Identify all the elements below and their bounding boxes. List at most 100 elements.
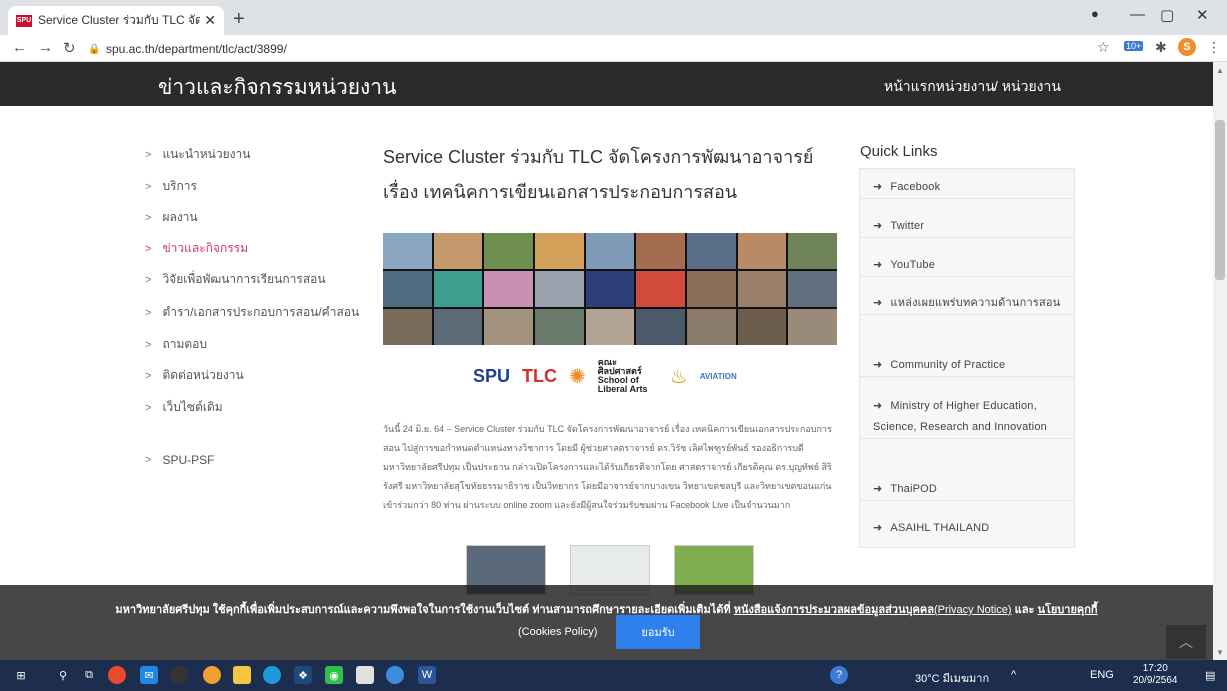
mail-icon[interactable]: ✉: [140, 666, 158, 684]
line-icon[interactable]: ◉: [325, 666, 343, 684]
cookie-banner: มหาวิทยาลัยศรีปทุม ใช้คุกกี้เพื่อเพิ่มปร…: [0, 585, 1213, 660]
address-bar[interactable]: 🔒 spu.ac.th/department/tlc/act/3899/: [88, 38, 1088, 59]
notifications-icon[interactable]: ▤: [1205, 669, 1215, 682]
accept-cookies-button[interactable]: ยอมรับ: [616, 615, 700, 649]
new-tab-icon[interactable]: +: [233, 8, 245, 31]
help-icon[interactable]: ?: [830, 666, 848, 684]
chrome-icon[interactable]: [203, 666, 221, 684]
search-icon[interactable]: ⚲: [54, 666, 72, 684]
cookie-policy-link[interactable]: นโยบายคุกกี้: [1037, 604, 1097, 616]
privacy-notice-link[interactable]: หนังสือแจ้งการประมวลผลข้อมูลส่วนบุคคล: [734, 604, 934, 616]
app-icon-3[interactable]: [356, 666, 374, 684]
chevron-right-icon: >: [145, 148, 152, 161]
arrow-right-icon: ➜: [873, 181, 883, 193]
quick-link-twitter[interactable]: ➜ Twitter: [860, 216, 1074, 238]
file-explorer-icon[interactable]: [233, 666, 251, 684]
quick-link-label: ASAIHL THAILAND: [890, 522, 990, 534]
article-title: Service Cluster ร่วมกับ TLC จัดโครงการพั…: [383, 147, 814, 202]
arrow-right-icon: ➜: [873, 483, 883, 495]
dropbox-icon[interactable]: ❖: [294, 666, 312, 684]
language-indicator[interactable]: ENG: [1090, 669, 1114, 681]
browser-tab[interactable]: SPU Service Cluster ร่วมกับ TLC จัดโครง …: [8, 6, 224, 35]
quick-link-teaching-articles[interactable]: ➜ แหล่งเผยแพร่บทความด้านการสอน: [860, 293, 1074, 315]
app-icon-4[interactable]: [386, 666, 404, 684]
quick-link-facebook[interactable]: ➜ Facebook: [860, 177, 1074, 199]
close-window-icon[interactable]: ✕: [1196, 6, 1209, 24]
sidebar-item-works[interactable]: > ผลงาน: [145, 208, 198, 227]
edge-icon[interactable]: [263, 666, 281, 684]
menu-dots-icon[interactable]: ⋮: [1207, 39, 1221, 56]
chevron-right-icon: >: [145, 454, 152, 466]
chevron-right-icon: >: [145, 273, 152, 286]
arrow-right-icon: ➜: [873, 259, 883, 271]
quick-link-thaipod[interactable]: ➜ ThaiPOD: [860, 479, 1074, 501]
sidebar-item-spu-psf[interactable]: > SPU-PSF: [145, 453, 214, 467]
sidebar-item-news[interactable]: > ข่าวและกิจกรรม: [145, 239, 248, 258]
sidebar-item-label: ผลงาน: [162, 210, 198, 224]
app-icon-1[interactable]: [108, 666, 126, 684]
arrow-right-icon: ➜: [873, 400, 883, 412]
cookie-and-text: และ: [1014, 604, 1035, 616]
breadcrumb-home[interactable]: หน้าแรกหน่วยงาน: [884, 76, 995, 98]
maximize-icon[interactable]: ▢: [1160, 6, 1174, 24]
sidebar-item-label: บริการ: [162, 179, 197, 193]
sidebar-item-services[interactable]: > บริการ: [145, 177, 197, 196]
word-icon[interactable]: W: [418, 666, 436, 684]
minimize-icon[interactable]: —: [1130, 6, 1145, 23]
back-icon[interactable]: ←: [12, 39, 27, 56]
forward-icon[interactable]: →: [38, 39, 53, 56]
quick-link-ministry[interactable]: ➜ Ministry of Higher Education, Science, …: [860, 396, 1074, 439]
task-view-icon[interactable]: ⧉: [80, 666, 98, 684]
clock[interactable]: 17:20 20/9/2564: [1133, 663, 1178, 687]
aviation-logo: AVIATION: [699, 371, 737, 381]
quick-link-label: Facebook: [890, 181, 941, 193]
quick-link-cop[interactable]: ➜ Community of Practice: [860, 355, 1074, 377]
page-title: ข่าวและกิจกรรมหน่วยงาน: [158, 76, 397, 99]
sidebar-item-label: แนะนำหน่วยงาน: [162, 147, 251, 161]
cookie-text: มหาวิทยาลัยศรีปทุม ใช้คุกกี้เพื่อเพิ่มปร…: [0, 600, 1213, 618]
url-text: spu.ac.th/department/tlc/act/3899/: [106, 41, 287, 56]
app-icon-2[interactable]: [170, 666, 188, 684]
article-photo-zoom-grid: [383, 233, 837, 345]
quick-link-label: แหล่งเผยแพร่บทความด้านการสอน: [890, 297, 1061, 309]
sunburst-logo-icon: ✺: [569, 365, 586, 388]
tab-title: Service Cluster ร่วมกับ TLC จัดโครง: [38, 13, 201, 27]
sidebar-item-contact[interactable]: > ติดต่อหน่วยงาน: [145, 366, 244, 385]
sidebar-item-label: ข่าวและกิจกรรม: [162, 241, 249, 255]
reload-icon[interactable]: ↻: [63, 39, 76, 57]
profile-avatar[interactable]: S: [1178, 38, 1196, 56]
sidebar-item-textbooks[interactable]: > ตำรา/เอกสารประกอบการสอน/คำสอน: [145, 303, 359, 322]
browser-tabbar: SPU Service Cluster ร่วมกับ TLC จัดโครง …: [0, 0, 1227, 35]
tab-close-icon[interactable]: ✕: [204, 12, 216, 29]
profile-dot-icon[interactable]: ●: [1091, 6, 1099, 21]
quick-link-asaihl[interactable]: ➜ ASAIHL THAILAND: [860, 518, 1074, 539]
sidebar-item-intro[interactable]: > แนะนำหน่วยงาน: [145, 145, 250, 164]
scroll-thumb[interactable]: [1215, 120, 1225, 280]
quick-links-title: Quick Links: [860, 143, 938, 160]
tray-chevron-up-icon[interactable]: ^: [1011, 669, 1016, 681]
sidebar-item-old-site[interactable]: > เว็บไซต์เดิม: [145, 398, 223, 417]
windows-start-icon[interactable]: ⊞: [12, 666, 30, 684]
weather-widget[interactable]: 30°C มีเมฆมาก: [915, 669, 989, 687]
clock-date: 20/9/2564: [1133, 675, 1178, 686]
arrow-right-icon: ➜: [873, 522, 883, 534]
chevron-right-icon: >: [145, 242, 152, 255]
extensions-puzzle-icon[interactable]: ✱: [1155, 39, 1167, 56]
page-scrollbar[interactable]: ▲ ▼: [1213, 62, 1227, 660]
lock-icon: 🔒: [88, 43, 101, 55]
scroll-up-icon[interactable]: ▲: [1216, 66, 1224, 75]
article-body: วันนี้ 24 มิ.ย. 64 – Service Cluster ร่ว…: [383, 424, 832, 510]
extension-badge-icon[interactable]: 10+: [1124, 41, 1144, 51]
cookie-policy-en[interactable]: (Cookies Policy): [518, 626, 597, 638]
sidebar-item-research[interactable]: > วิจัยเพื่อพัฒนาการเรียนการสอน: [145, 270, 326, 289]
sidebar-item-label: วิจัยเพื่อพัฒนาการเรียนการสอน: [162, 272, 326, 286]
quick-link-youtube[interactable]: ➜ YouTube: [860, 255, 1074, 277]
privacy-notice-en-link[interactable]: (Privacy Notice): [934, 604, 1012, 616]
sidebar-item-faq[interactable]: > ถามตอบ: [145, 335, 207, 354]
scroll-down-icon[interactable]: ▼: [1216, 648, 1224, 657]
quick-link-label: ThaiPOD: [890, 483, 938, 495]
bookmark-star-icon[interactable]: ☆: [1097, 39, 1110, 56]
breadcrumb-unit[interactable]: / หน่วยงาน: [994, 76, 1061, 98]
back-to-top-button[interactable]: ︿: [1166, 625, 1206, 659]
sidebar-item-label: เว็บไซต์เดิม: [162, 400, 223, 414]
